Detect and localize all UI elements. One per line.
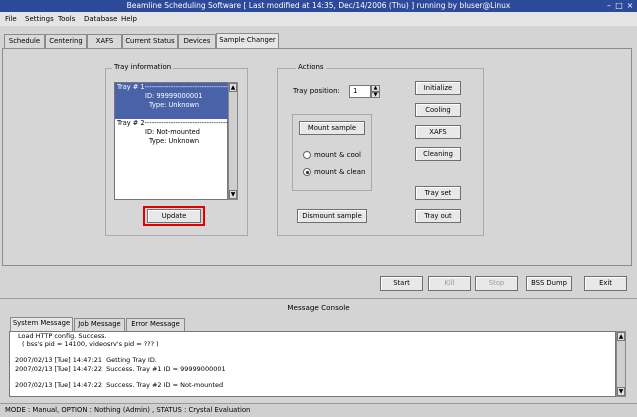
mount-cool-radio[interactable] xyxy=(303,151,311,159)
cleaning-button[interactable]: Cleaning xyxy=(415,147,461,161)
kill-button[interactable]: Kill xyxy=(428,276,471,291)
tray-2-header: Tray # 2--------------------------------… xyxy=(117,119,238,127)
status-bar: MODE : Manual, OPTION : Nothing (Admin) … xyxy=(0,403,637,417)
tray-1-type: Type: Unknown xyxy=(149,101,200,109)
tray-2-type: Type: Unknown xyxy=(149,137,200,145)
mount-cool-label: mount & cool xyxy=(314,151,361,159)
menu-file[interactable]: File xyxy=(5,15,17,23)
minimize-icon[interactable]: – xyxy=(604,1,614,11)
tray-information-label: Tray information xyxy=(112,63,174,71)
tab-current-status[interactable]: Current Status xyxy=(122,34,178,48)
cooling-button[interactable]: Cooling xyxy=(415,103,461,117)
update-button[interactable]: Update xyxy=(147,209,201,223)
console-scroll-up-icon[interactable]: ▲ xyxy=(617,332,625,341)
tray-set-button[interactable]: Tray set xyxy=(415,186,461,200)
main-tabs: Schedule Centering XAFS Current Status D… xyxy=(0,33,637,49)
stop-button[interactable]: Stop xyxy=(475,276,518,291)
mount-clean-radio[interactable] xyxy=(303,168,311,176)
window-title-bar: Beamline Scheduling Software [ Last modi… xyxy=(0,0,637,12)
mount-sample-button[interactable]: Mount sample xyxy=(299,121,365,135)
tab-error-message[interactable]: Error Message xyxy=(126,318,185,331)
tab-sample-changer[interactable]: Sample Changer xyxy=(216,33,279,49)
tray-position-label: Tray position: xyxy=(293,87,340,95)
console-line: 2007/02/13 [Tue] 14:47:22 Success. Tray … xyxy=(15,365,226,373)
tray-2-id: ID: Not-mounted xyxy=(145,128,200,136)
tray-list[interactable]: Tray # 1--------------------------------… xyxy=(114,82,238,200)
initialize-button[interactable]: Initialize xyxy=(415,81,461,95)
console-line: Load HTTP config. Success. xyxy=(18,332,107,340)
tab-job-message[interactable]: Job Message xyxy=(74,318,125,331)
tab-devices[interactable]: Devices xyxy=(178,34,216,48)
console-line: ( bss's pid = 14100, videosrv's pid = ??… xyxy=(22,340,159,348)
message-console-title: Message Console xyxy=(287,303,350,312)
maximize-icon[interactable]: □ xyxy=(614,1,624,11)
tray-item-1[interactable]: Tray # 1--------------------------------… xyxy=(115,83,238,119)
mount-clean-label: mount & clean xyxy=(314,168,366,176)
console-scroll-down-icon[interactable]: ▼ xyxy=(617,387,625,396)
system-message-console[interactable]: Load HTTP config. Success. ( bss's pid =… xyxy=(9,331,616,397)
menu-help[interactable]: Help xyxy=(121,15,137,23)
scroll-up-icon[interactable]: ▲ xyxy=(229,83,237,92)
tray-list-scrollbar[interactable]: ▲ ▼ xyxy=(228,82,238,200)
tray-position-input[interactable]: 1 xyxy=(349,85,371,98)
tray-1-id: ID: 99999000001 xyxy=(145,92,203,100)
exit-button[interactable]: Exit xyxy=(584,276,627,291)
bss-dump-button[interactable]: BSS Dump xyxy=(526,276,572,291)
console-line: 2007/02/13 [Tue] 14:47:22 Success. Tray … xyxy=(15,381,224,389)
tray-item-2[interactable]: Tray # 2--------------------------------… xyxy=(115,119,238,146)
tray-1-header: Tray # 1--------------------------------… xyxy=(117,83,238,91)
menu-tools[interactable]: Tools xyxy=(58,15,75,23)
console-scrollbar[interactable]: ▲ ▼ xyxy=(616,331,626,397)
tab-xafs[interactable]: XAFS xyxy=(87,34,122,48)
tab-system-message[interactable]: System Message xyxy=(10,317,73,332)
dismount-sample-button[interactable]: Dismount sample xyxy=(297,209,367,223)
actions-label: Actions xyxy=(296,63,326,71)
menu-database[interactable]: Database xyxy=(84,15,117,23)
xafs-button[interactable]: XAFS xyxy=(415,125,461,139)
close-icon[interactable]: × xyxy=(625,1,635,11)
menu-settings[interactable]: Settings xyxy=(25,15,54,23)
tab-schedule[interactable]: Schedule xyxy=(4,34,45,48)
divider xyxy=(0,298,637,299)
console-line: 2007/02/13 [Tue] 14:47:21 Getting Tray I… xyxy=(15,356,157,364)
scroll-down-icon[interactable]: ▼ xyxy=(229,190,237,199)
menu-bar: File Settings Tools Database Help xyxy=(0,12,637,26)
window-title: Beamline Scheduling Software [ Last modi… xyxy=(126,1,511,10)
start-button[interactable]: Start xyxy=(380,276,423,291)
tray-out-button[interactable]: Tray out xyxy=(415,209,461,223)
spin-down-icon[interactable]: ▼ xyxy=(371,91,380,98)
tab-centering[interactable]: Centering xyxy=(45,34,87,48)
